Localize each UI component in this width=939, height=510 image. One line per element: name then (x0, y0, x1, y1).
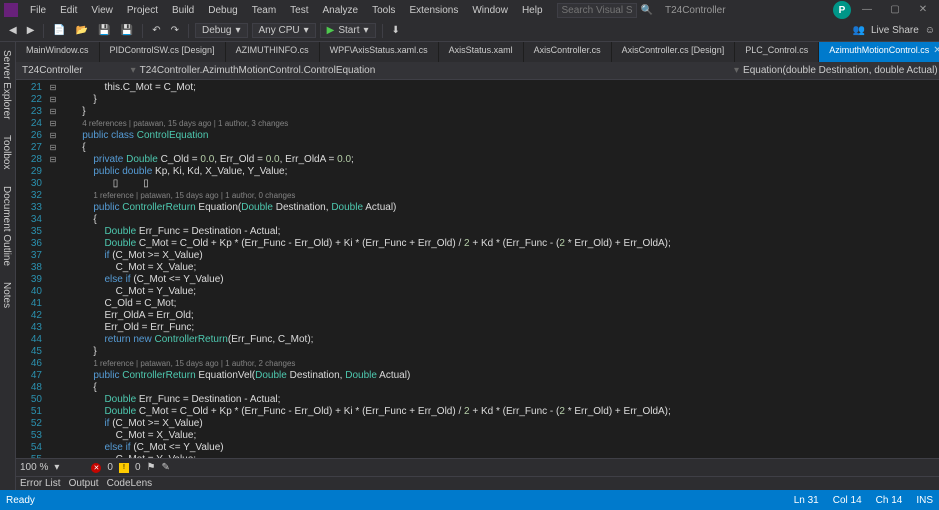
save-button[interactable]: 💾 (94, 23, 114, 38)
error-icon[interactable]: ✕ (91, 463, 101, 473)
warning-icon[interactable]: ! (119, 463, 129, 473)
rail-notes[interactable]: Notes (0, 278, 15, 312)
menu-view[interactable]: View (85, 3, 119, 18)
bottom-tool-tabs: Error List Output CodeLens (16, 476, 939, 490)
vs-logo-icon (4, 3, 18, 17)
status-col[interactable]: Col 14 (833, 495, 862, 506)
code-editor[interactable]: 2122232426272829303233343536373839404142… (16, 80, 939, 458)
tab-close-icon[interactable]: ✕ (933, 45, 939, 56)
status-char[interactable]: Ch 14 (876, 495, 903, 506)
new-button[interactable]: 📄 (49, 23, 69, 38)
left-tool-rail: Server Explorer Toolbox Document Outline No… (0, 42, 16, 490)
menu-edit[interactable]: Edit (54, 3, 83, 18)
zoom-label[interactable]: 100 % (20, 462, 48, 473)
status-ready: Ready (6, 495, 35, 506)
tab-azimuthinfo-cs[interactable]: AZIMUTHINFO.cs (226, 42, 320, 62)
line-gutter: 2122232426272829303233343536373839404142… (16, 80, 46, 458)
tab-mainwindow-cs[interactable]: MainWindow.cs (16, 42, 100, 62)
menu-project[interactable]: Project (121, 3, 164, 18)
menu-test[interactable]: Test (284, 3, 314, 18)
menu-analyze[interactable]: Analyze (317, 3, 365, 18)
search-icon[interactable]: 🔍 (641, 5, 653, 16)
live-share-icon[interactable]: 👥 (853, 25, 865, 36)
start-button[interactable]: ▶Start▾ (320, 23, 376, 38)
tab-pidcontrolsw-cs--design-[interactable]: PIDControlSW.cs [Design] (100, 42, 226, 62)
undo-button[interactable]: ↶ (148, 23, 164, 38)
crumb-project[interactable]: T24Controller (22, 65, 83, 76)
pencil-icon[interactable]: ✎ (161, 462, 169, 473)
crumb-member[interactable]: Equation(double Destination, double Actu… (743, 65, 938, 76)
live-share-label[interactable]: Live Share (871, 25, 919, 36)
app-title: T24Controller (665, 5, 726, 16)
toolbar: ◀ ▶ 📄 📂 💾 💾 ↶ ↷ Debug▾ Any CPU▾ ▶Start▾ … (0, 20, 939, 42)
user-avatar[interactable]: P (833, 1, 851, 19)
rail-server-explorer[interactable]: Server Explorer (0, 46, 15, 123)
save-all-button[interactable]: 💾 (117, 23, 137, 38)
menu-tools[interactable]: Tools (366, 3, 401, 18)
tab-wpf-axisstatus-xaml-cs[interactable]: WPF\AxisStatus.xaml.cs (320, 42, 439, 62)
close-button[interactable]: ✕ (911, 1, 935, 17)
nav-fwd-button[interactable]: ▶ (23, 23, 39, 38)
minimize-button[interactable]: — (855, 1, 879, 17)
menu-team[interactable]: Team (246, 3, 282, 18)
nav-back-button[interactable]: ◀ (5, 23, 21, 38)
menu-debug[interactable]: Debug (202, 3, 243, 18)
rail-toolbox[interactable]: Toolbox (0, 131, 15, 173)
bottom-tab-output[interactable]: Output (69, 478, 99, 489)
status-ins[interactable]: INS (916, 495, 933, 506)
document-tabs: MainWindow.csPIDControlSW.cs [Design]AZI… (16, 42, 939, 62)
flag-icon[interactable]: ⚑ (147, 462, 156, 473)
tab-axiscontroller-cs--design-[interactable]: AxisController.cs [Design] (612, 42, 736, 62)
tab-axisstatus-xaml[interactable]: AxisStatus.xaml (439, 42, 524, 62)
menu-window[interactable]: Window (466, 3, 514, 18)
menu-build[interactable]: Build (166, 3, 200, 18)
editor-footer: 100 % ▾ ✕0 !0 ⚑ ✎ (16, 458, 939, 476)
status-line[interactable]: Ln 31 (794, 495, 819, 506)
platform-combo[interactable]: Any CPU▾ (252, 23, 316, 38)
status-bar: Ready Ln 31 Col 14 Ch 14 INS (0, 490, 939, 510)
bottom-tab-codelens[interactable]: CodeLens (107, 478, 153, 489)
step-button[interactable]: ⬇ (388, 23, 404, 38)
crumb-class[interactable]: T24Controller.AzimuthMotionControl.Contr… (140, 65, 376, 76)
tab-axiscontroller-cs[interactable]: AxisController.cs (524, 42, 612, 62)
tab-plc-control-cs[interactable]: PLC_Control.cs (735, 42, 819, 62)
menu-extensions[interactable]: Extensions (403, 3, 464, 18)
fold-gutter[interactable]: ⊟⊟⊟⊟⊟⊟⊟ (46, 80, 60, 458)
bottom-tab-error-list[interactable]: Error List (20, 478, 61, 489)
main-menu: FileEditViewProjectBuildDebugTeamTestAna… (24, 3, 549, 18)
search-input[interactable] (557, 3, 637, 18)
menu-help[interactable]: Help (516, 3, 549, 18)
error-count: 0 (107, 462, 113, 473)
feedback-icon[interactable]: ☺ (925, 25, 935, 36)
config-combo[interactable]: Debug▾ (195, 23, 248, 38)
code-content[interactable]: this.C_Mot = C_Mot; } } 4 references | p… (60, 80, 939, 458)
redo-button[interactable]: ↷ (167, 23, 183, 38)
menu-file[interactable]: File (24, 3, 52, 18)
warning-count: 0 (135, 462, 141, 473)
tab-azimuthmotioncontrol-cs[interactable]: AzimuthMotionControl.cs✕ (819, 42, 939, 62)
open-button[interactable]: 📂 (72, 23, 92, 38)
title-bar: FileEditViewProjectBuildDebugTeamTestAna… (0, 0, 939, 20)
breadcrumb: T24Controller ▾ T24Controller.AzimuthMot… (16, 62, 939, 80)
maximize-button[interactable]: ▢ (883, 1, 907, 17)
rail-document-outline[interactable]: Document Outline (0, 182, 15, 270)
